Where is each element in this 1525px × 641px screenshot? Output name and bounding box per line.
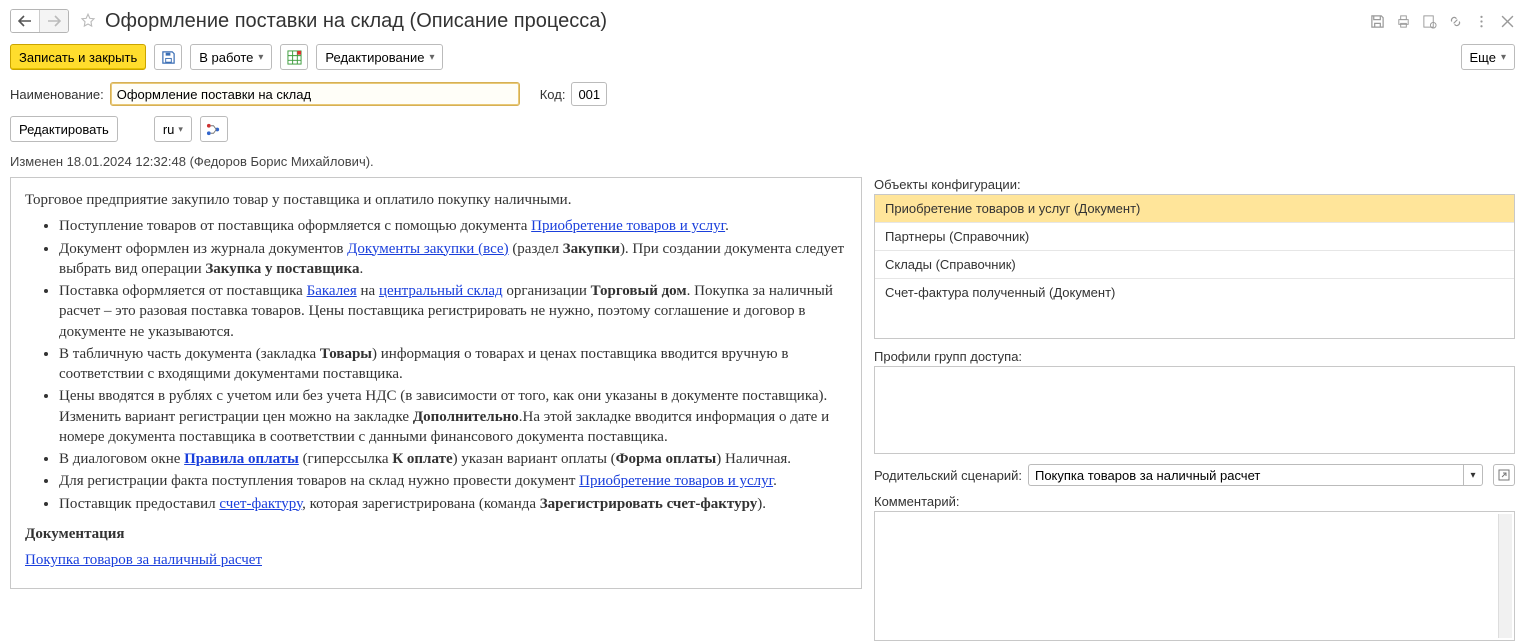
desc-item-1: Поступление товаров от поставщика оформл… — [59, 216, 847, 236]
diagram-button[interactable] — [200, 116, 228, 142]
save-disk-icon[interactable] — [1369, 13, 1385, 29]
arrow-left-icon — [18, 15, 32, 27]
nav-back-button[interactable] — [11, 10, 39, 32]
grid-green-icon — [287, 50, 302, 65]
list-item[interactable]: Счет-фактура полученный (Документ) — [875, 279, 1514, 306]
scrollbar[interactable] — [1498, 514, 1512, 638]
more-dropdown[interactable]: Еще▾ — [1461, 44, 1515, 70]
editing-dropdown[interactable]: Редактирование▾ — [316, 44, 443, 70]
parent-scenario-dropdown[interactable]: ▾ — [1463, 464, 1483, 486]
list-item[interactable]: Склады (Справочник) — [875, 251, 1514, 279]
comment-textarea[interactable] — [874, 511, 1515, 641]
table-tool-button[interactable] — [280, 44, 308, 70]
nav-forward-button[interactable] — [40, 10, 68, 32]
link-acquire-goods-2[interactable]: Приобретение товаров и услуг — [579, 473, 773, 489]
link-invoice[interactable]: счет-фактуру — [219, 496, 302, 512]
open-icon — [1498, 469, 1510, 481]
nav-buttons — [10, 9, 69, 33]
report-icon[interactable] — [1421, 13, 1437, 29]
print-icon[interactable] — [1395, 13, 1411, 29]
desc-item-5: Цены вводятся в рублях с учетом или без … — [59, 386, 847, 447]
desc-item-6: В диалоговом окне Правила оплаты (гиперс… — [59, 449, 847, 469]
in-work-dropdown[interactable]: В работе▾ — [190, 44, 272, 70]
parent-scenario-label: Родительский сценарий: — [874, 468, 1022, 483]
list-item[interactable]: Приобретение товаров и услуг (Документ) — [875, 195, 1514, 223]
name-input[interactable] — [110, 82, 520, 106]
desc-item-7: Для регистрации факта поступления товаро… — [59, 471, 847, 491]
kebab-menu-icon[interactable] — [1473, 13, 1489, 29]
link-icon[interactable] — [1447, 13, 1463, 29]
desc-intro: Торговое предприятие закупило товар у по… — [25, 190, 847, 210]
desc-item-8: Поставщик предоставил счет-фактуру, кото… — [59, 494, 847, 514]
comment-label: Комментарий: — [874, 494, 1515, 509]
branch-icon — [206, 122, 221, 137]
write-and-close-button[interactable]: Записать и закрыть — [10, 44, 146, 70]
name-label: Наименование: — [10, 87, 104, 102]
favorite-star-button[interactable] — [77, 10, 99, 32]
desc-item-3: Поставка оформляется от поставщика Бакал… — [59, 281, 847, 342]
cfg-objects-label: Объекты конфигурации: — [874, 177, 1515, 192]
code-label: Код: — [540, 87, 566, 102]
list-item[interactable]: Партнеры (Справочник) — [875, 223, 1514, 251]
close-icon[interactable] — [1499, 13, 1515, 29]
parent-scenario-input[interactable] — [1028, 464, 1463, 486]
profiles-list[interactable] — [874, 366, 1515, 454]
desc-item-4: В табличную часть документа (закладка То… — [59, 344, 847, 385]
edit-button[interactable]: Редактировать — [10, 116, 118, 142]
profiles-label: Профили групп доступа: — [874, 349, 1515, 364]
description-editor[interactable]: Торговое предприятие закупило товар у по… — [10, 177, 862, 589]
cfg-objects-list[interactable]: Приобретение товаров и услуг (Документ) … — [874, 194, 1515, 339]
arrow-right-icon — [47, 15, 61, 27]
language-dropdown[interactable]: ru▾ — [154, 116, 192, 142]
link-acquire-goods[interactable]: Приобретение товаров и услуг — [531, 218, 725, 234]
documentation-heading: Документация — [25, 524, 847, 544]
page-title: Оформление поставки на склад (Описание п… — [105, 10, 607, 33]
star-icon — [79, 12, 97, 30]
modified-line: Изменен 18.01.2024 12:32:48 (Федоров Бор… — [10, 154, 1515, 169]
link-doc-cash-purchase[interactable]: Покупка товаров за наличный расчет — [25, 552, 262, 568]
link-central-wh[interactable]: центральный склад — [379, 283, 503, 299]
save-button[interactable] — [154, 44, 182, 70]
link-payment-rules[interactable]: Правила оплаты — [184, 451, 299, 467]
floppy-icon — [161, 50, 176, 65]
desc-item-2: Документ оформлен из журнала документов … — [59, 239, 847, 280]
code-input[interactable] — [571, 82, 607, 106]
link-purchase-docs[interactable]: Документы закупки (все) — [347, 241, 508, 257]
link-bakaleya[interactable]: Бакалея — [307, 283, 357, 299]
parent-scenario-open[interactable] — [1493, 464, 1515, 486]
